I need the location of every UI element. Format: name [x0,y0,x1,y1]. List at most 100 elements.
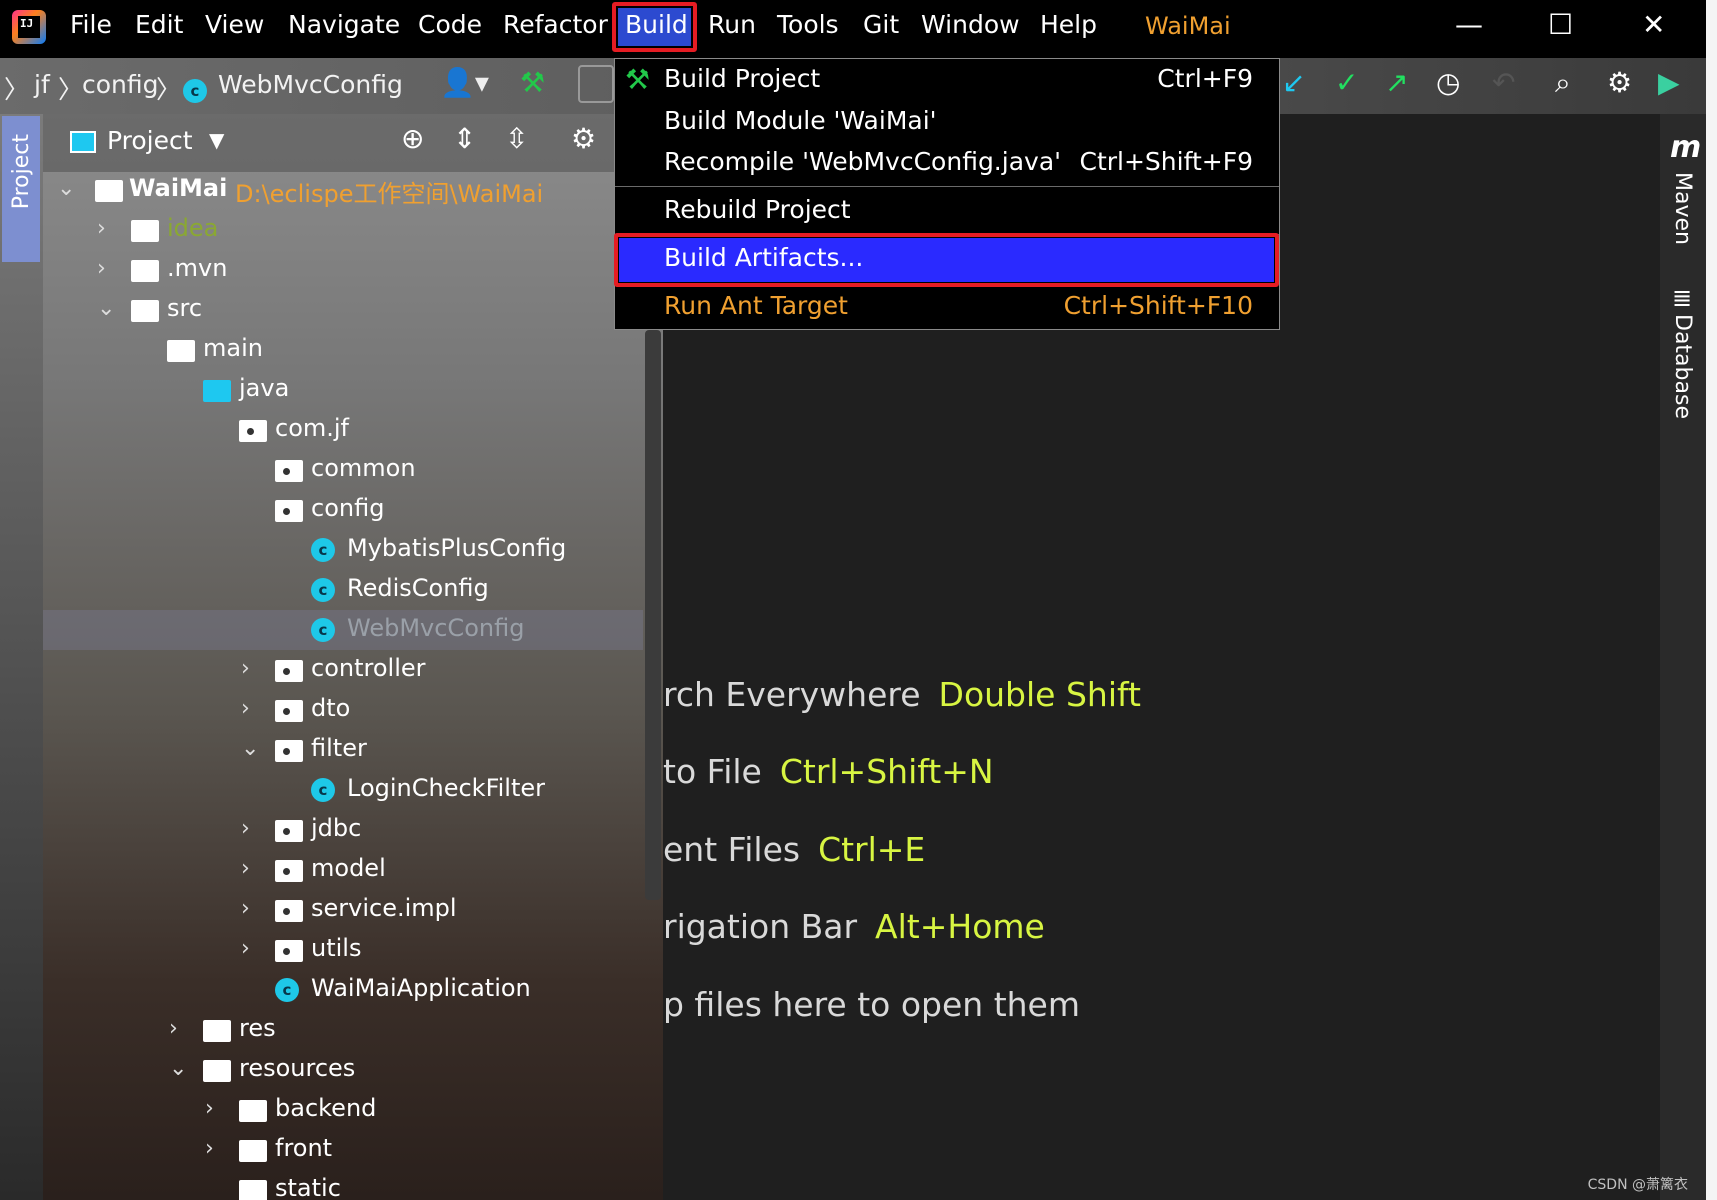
tree-item-filter[interactable]: ⌄ filter [43,730,643,770]
plugin-icon[interactable]: ▶ [1658,66,1680,99]
database-tool-tab[interactable]: Database [1670,314,1695,419]
menu-item-build-project[interactable]: Build Project Ctrl+F9 [615,60,1279,100]
breadcrumb-item-jf[interactable]: jf [34,70,50,99]
editor-hint: rigation Bar Alt+Home [663,907,1045,946]
tree-item-utils[interactable]: › utils [43,930,643,970]
tree-item--mvn[interactable]: › .mvn [43,250,643,290]
settings-gear-icon[interactable]: ⚙ [1607,66,1632,99]
maximize-button[interactable]: ☐ [1548,8,1573,41]
breadcrumb-item-webmvcconfig[interactable]: WebMvcConfig [218,70,403,99]
tree-item-model[interactable]: › model [43,850,643,890]
chevron-right-icon[interactable]: › [241,816,250,841]
menu-edit[interactable]: Edit [135,10,183,39]
tree-item-config[interactable]: config [43,490,643,530]
build-hammer-icon[interactable]: ⚒ [520,66,545,99]
menu-tools[interactable]: Tools [777,10,839,39]
chevron-right-icon[interactable]: › [205,1096,214,1121]
expand-all-icon[interactable]: ⇕ [453,122,476,155]
menu-item-label: Build Project [664,64,821,93]
tree-item-backend[interactable]: › backend [43,1090,643,1130]
chevron-down-icon[interactable]: ⌄ [169,1056,187,1081]
project-view-selector[interactable]: Project [107,126,193,155]
menu-item-run-ant-target[interactable]: Run Ant Target Ctrl+Shift+F10 [615,287,1279,327]
breadcrumb-item-config[interactable]: config [82,70,159,99]
menu-run[interactable]: Run [708,10,756,39]
panel-settings-gear-icon[interactable]: ⚙ [571,122,596,155]
tree-item-label: model [311,854,386,882]
build-artifacts-highlight-box [614,233,1279,287]
menu-item-recompile-webmvcconfig-java[interactable]: Recompile 'WebMvcConfig.java' Ctrl+Shift+… [615,143,1279,183]
tree-root-row[interactable]: ⌄ WaiMai D:\eclispe工作空间\WaiMai [43,170,643,210]
tree-item-webmvcconfig[interactable]: c WebMvcConfig [43,610,643,650]
menu-file[interactable]: File [70,10,112,39]
tree-item-logincheckfilter[interactable]: c LoginCheckFilter [43,770,643,810]
tree-item-label: RedisConfig [347,574,489,602]
user-account-icon[interactable]: 👤▾ [440,66,489,99]
rollback-icon[interactable]: ↶ [1492,66,1515,99]
tree-item-jdbc[interactable]: › jdbc [43,810,643,850]
menu-item-build-module-waimai[interactable]: Build Module 'WaiMai' [615,102,1279,142]
hint-text: ent Files [663,830,801,869]
chevron-down-icon[interactable]: ⌄ [241,736,259,761]
tree-item-res[interactable]: › res [43,1010,643,1050]
menu-refactor[interactable]: Refactor [503,10,608,39]
tree-item-mybatisplusconfig[interactable]: c MybatisPlusConfig [43,530,643,570]
locate-file-icon[interactable]: ⊕ [401,122,424,155]
package-icon [275,940,303,962]
tree-item-redisconfig[interactable]: c RedisConfig [43,570,643,610]
menu-item-rebuild-project[interactable]: Rebuild Project [615,191,1279,231]
tree-item-main[interactable]: main [43,330,643,370]
menu-code[interactable]: Code [418,10,482,39]
tree-item-label: jdbc [311,814,362,842]
tree-item-com-jf[interactable]: com.jf [43,410,643,450]
chevron-right-icon[interactable]: › [97,256,106,281]
chevron-right-icon[interactable]: › [241,936,250,961]
menu-help[interactable]: Help [1040,10,1097,39]
folder-icon [239,1140,267,1162]
project-tool-tab[interactable]: Project [2,116,40,262]
chevron-right-icon[interactable]: › [241,896,250,921]
hint-shortcut: Ctrl+Shift+N [779,752,994,791]
chevron-down-icon[interactable]: ⌄ [97,296,115,321]
tree-item-waimaiapplication[interactable]: c WaiMaiApplication [43,970,643,1010]
maven-icon: m [1670,130,1702,165]
tree-item-java[interactable]: java [43,370,643,410]
history-icon[interactable]: ◷ [1436,66,1460,99]
chevron-right-icon[interactable]: › [169,1016,178,1041]
menu-item-label: Run Ant Target [664,291,848,320]
chevron-right-icon[interactable]: › [205,1136,214,1161]
git-commit-icon[interactable]: ✓ [1335,66,1358,99]
chevron-down-icon[interactable]: ▼ [209,128,224,152]
chevron-right-icon[interactable]: › [97,216,106,241]
git-update-icon[interactable]: ↙ [1282,66,1305,99]
chevron-right-icon[interactable]: › [241,656,250,681]
tree-item-front[interactable]: › front [43,1130,643,1170]
project-panel-header: Project ▼ ⊕ ⇕ ⇳ ⚙ [43,114,663,172]
close-button[interactable]: ✕ [1642,8,1665,41]
menu-view[interactable]: View [205,10,264,39]
maven-tool-tab[interactable]: Maven [1670,172,1695,245]
git-push-icon[interactable]: ↗ [1385,66,1408,99]
menu-item-label: Build Module 'WaiMai' [664,106,937,135]
tree-item-dto[interactable]: › dto [43,690,643,730]
tree-item-controller[interactable]: › controller [43,650,643,690]
menu-window[interactable]: Window [921,10,1020,39]
run-config-selector[interactable] [578,65,614,103]
tree-item-service-impl[interactable]: › service.impl [43,890,643,930]
tree-item-common[interactable]: common [43,450,643,490]
project-panel-scrollbar[interactable] [645,330,661,900]
tree-item-idea[interactable]: › idea [43,210,643,250]
menu-git[interactable]: Git [863,10,899,39]
tree-item-src[interactable]: ⌄ src [43,290,643,330]
menu-navigate[interactable]: Navigate [288,10,400,39]
chevron-right-icon[interactable]: › [241,856,250,881]
minimize-button[interactable]: — [1455,8,1483,41]
collapse-all-icon[interactable]: ⇳ [505,122,528,155]
search-icon[interactable]: ⌕ [1555,66,1571,100]
spring-app-class-icon: c [275,978,299,1002]
tree-item-label: service.impl [311,894,457,922]
menu-item-shortcut: Ctrl+Shift+F9 [1079,147,1254,176]
tree-item-resources[interactable]: ⌄ resources [43,1050,643,1090]
chevron-right-icon[interactable]: › [241,696,250,721]
tree-item-static[interactable]: static [43,1170,643,1200]
